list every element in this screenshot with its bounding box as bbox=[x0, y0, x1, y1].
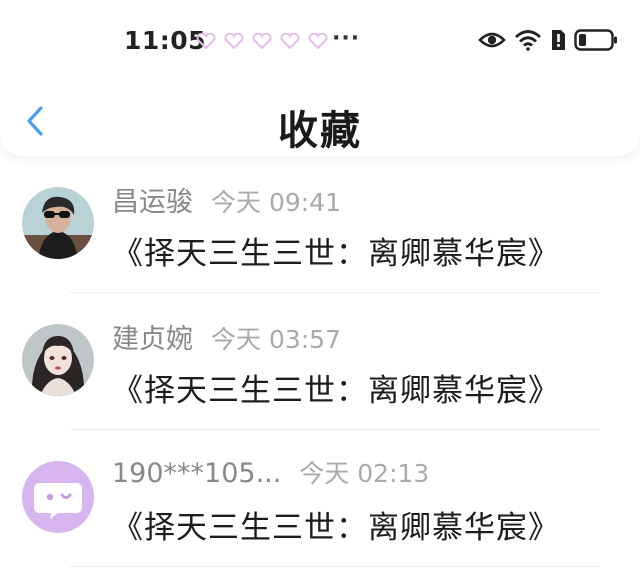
top-header: 11:05 ··· 收藏 bbox=[0, 0, 640, 156]
more-notifications-icon: ··· bbox=[332, 26, 361, 51]
item-meta: 昌运骏 今天 09:41 bbox=[112, 180, 341, 219]
avatar[interactable] bbox=[22, 461, 94, 533]
battery-icon bbox=[574, 29, 617, 51]
item-content: 《择天三生三世：离卿慕华宸》 bbox=[112, 510, 560, 546]
list-item[interactable]: 190***105... 今天 02:13 《择天三生三世：离卿慕华宸》 bbox=[0, 430, 640, 567]
user-avatar-image bbox=[22, 324, 94, 396]
item-meta: 建贞婉 今天 03:57 bbox=[112, 317, 341, 356]
avatar[interactable] bbox=[22, 187, 94, 259]
status-bar: 11:05 ··· bbox=[0, 0, 640, 80]
item-time: 今天 03:57 bbox=[211, 325, 341, 354]
page-title: 收藏 bbox=[278, 108, 362, 154]
item-content: 《择天三生三世：离卿慕华宸》 bbox=[112, 373, 560, 409]
eye-icon bbox=[478, 32, 506, 48]
user-name: 190***105... bbox=[112, 458, 282, 489]
heart-icon bbox=[252, 33, 272, 49]
default-avatar-icon bbox=[22, 461, 94, 533]
list-item[interactable]: 昌运骏 今天 09:41 《择天三生三世：离卿慕华宸》 bbox=[0, 156, 640, 293]
notification-hearts bbox=[196, 33, 328, 49]
sim-alert-icon bbox=[552, 30, 565, 50]
avatar[interactable] bbox=[22, 324, 94, 396]
item-content: 《择天三生三世：离卿慕华宸》 bbox=[112, 236, 560, 272]
heart-icon bbox=[224, 33, 244, 49]
item-time: 今天 02:13 bbox=[299, 459, 430, 488]
divider bbox=[70, 566, 600, 567]
item-meta: 190***105... 今天 02:13 bbox=[112, 454, 429, 490]
item-time: 今天 09:41 bbox=[211, 188, 341, 217]
favorites-list: 昌运骏 今天 09:41 《择天三生三世：离卿慕华宸》 建贞婉 今天 03:57… bbox=[0, 156, 640, 567]
heart-icon bbox=[308, 33, 328, 49]
status-icons bbox=[478, 28, 618, 52]
user-avatar-image bbox=[22, 187, 94, 259]
wifi-icon bbox=[515, 30, 541, 51]
heart-icon bbox=[196, 33, 216, 49]
heart-icon bbox=[280, 33, 300, 49]
user-name: 昌运骏 bbox=[112, 187, 193, 218]
list-item[interactable]: 建贞婉 今天 03:57 《择天三生三世：离卿慕华宸》 bbox=[0, 293, 640, 430]
status-time: 11:05 bbox=[124, 26, 207, 55]
user-name: 建贞婉 bbox=[112, 324, 193, 355]
